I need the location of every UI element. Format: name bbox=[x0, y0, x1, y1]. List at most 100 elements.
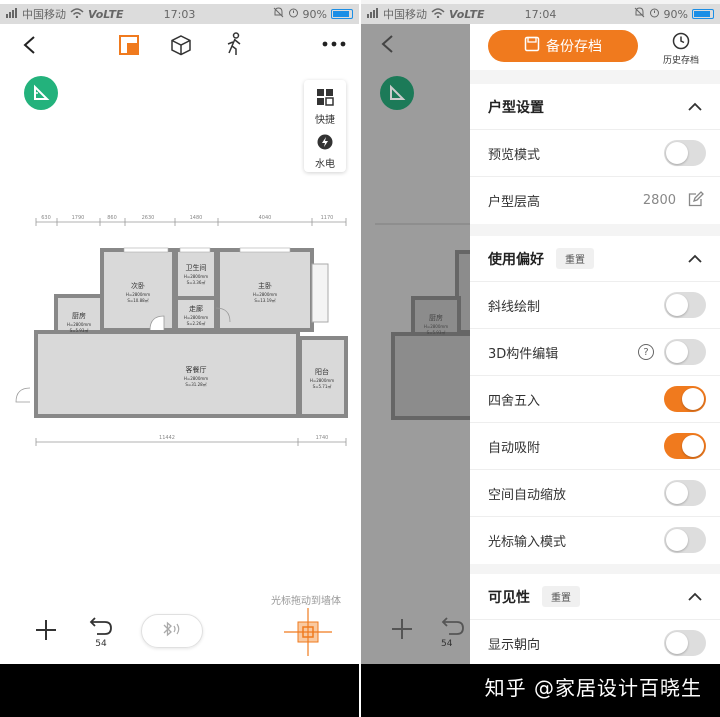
dim-label: 1740 bbox=[316, 435, 329, 441]
room-height: H=2800mm bbox=[184, 315, 208, 320]
editor-toolbar bbox=[0, 24, 359, 64]
floorplan-drawing[interactable]: 630 1790 860 2630 1480 4040 1170 次卧 H=28… bbox=[0, 208, 359, 458]
section-layout-settings: 户型设置 预览模式 户型层高 2800 bbox=[470, 84, 720, 224]
save-icon bbox=[524, 36, 540, 56]
row-label: 户型层高 bbox=[488, 195, 541, 210]
show-orientation-toggle[interactable] bbox=[664, 630, 706, 656]
water-elec-label[interactable]: 水电 bbox=[315, 155, 335, 170]
chevron-up-icon[interactable] bbox=[688, 590, 702, 606]
status-bar: 中国移动 VoLTE 17:04 90% bbox=[361, 4, 720, 24]
battery-icon bbox=[331, 9, 353, 19]
dimmed-editor-overlay[interactable]: 厨房 H=2800mm S=5.93㎡ 54 bbox=[361, 24, 470, 664]
floorplan-canvas[interactable]: 快捷 水电 630 1790 860 2630 1480 4040 1170 次… bbox=[0, 64, 359, 664]
back-icon[interactable] bbox=[16, 32, 42, 58]
pref-row-snap: 自动吸附 bbox=[470, 423, 720, 470]
preview-mode-toggle[interactable] bbox=[664, 140, 706, 166]
dim-label: 4040 bbox=[259, 215, 272, 221]
row-label: 四舍五入 bbox=[488, 393, 541, 409]
edit-icon[interactable] bbox=[688, 191, 704, 211]
room-height: H=2800mm bbox=[184, 274, 208, 279]
room-area: S=13.19㎡ bbox=[254, 297, 275, 303]
room-height: H=2800mm bbox=[67, 322, 91, 327]
shortcut-label[interactable]: 快捷 bbox=[315, 111, 335, 126]
dim-label: 2630 bbox=[142, 215, 155, 221]
section-title: 户型设置 bbox=[488, 99, 544, 116]
grid-icon[interactable] bbox=[316, 88, 334, 109]
room-name: 主卧 bbox=[258, 281, 272, 290]
section-visibility: 可见性 重置 显示朝向 bbox=[470, 574, 720, 664]
floor-height-value: 2800 bbox=[642, 193, 676, 208]
settings-panel: 备份存档 历史存档 户型设置 预览模式 户型层高 2800 使用偏好 重置 斜线… bbox=[470, 24, 720, 664]
section-title: 可见性 bbox=[488, 589, 530, 606]
undo-count: 54 bbox=[441, 639, 453, 649]
status-bar: 中国移动 VoLTE 17:03 90% bbox=[0, 4, 359, 24]
mute-icon bbox=[634, 7, 645, 21]
right-screen: 中国移动 VoLTE 17:04 90% 厨房 H=2800mm S=5.93㎡… bbox=[361, 0, 720, 717]
measure-tool-icon[interactable] bbox=[24, 76, 58, 110]
diagonal-draw-toggle[interactable] bbox=[664, 292, 706, 318]
room-area: S=2.26㎡ bbox=[187, 320, 206, 326]
walkthrough-icon[interactable] bbox=[220, 30, 248, 58]
mute-icon bbox=[273, 7, 284, 21]
history-button[interactable]: 历史存档 bbox=[656, 32, 706, 66]
room-area: S=5.93㎡ bbox=[70, 327, 89, 333]
row-label: 光标输入模式 bbox=[488, 535, 567, 550]
lightning-icon[interactable] bbox=[317, 134, 333, 153]
room-height: H=2800mm bbox=[310, 378, 334, 383]
row-label: 斜线绘制 bbox=[488, 299, 541, 315]
room-name: 阳台 bbox=[315, 367, 329, 376]
cursor-target-icon[interactable] bbox=[284, 608, 332, 656]
room-area: S=31.28㎡ bbox=[185, 381, 206, 387]
row-label: 3D构件编辑 bbox=[488, 346, 559, 362]
bluetooth-icon bbox=[160, 621, 184, 641]
2d-plan-icon[interactable] bbox=[116, 32, 142, 58]
preview-mode-row: 预览模式 bbox=[470, 130, 720, 177]
floor-height-row[interactable]: 户型层高 2800 bbox=[470, 177, 720, 224]
pref-row-3d-edit: 3D构件编辑 ? bbox=[470, 329, 720, 376]
auto-snap-toggle[interactable] bbox=[664, 433, 706, 459]
undo-button: 54 bbox=[441, 614, 470, 650]
pref-row-diagonal: 斜线绘制 bbox=[470, 282, 720, 329]
bluetooth-button[interactable] bbox=[141, 614, 203, 648]
room-area: S=3.36㎡ bbox=[187, 279, 206, 285]
nav-bar bbox=[0, 664, 359, 717]
help-icon[interactable]: ? bbox=[638, 344, 654, 360]
reset-button[interactable]: 重置 bbox=[542, 586, 580, 607]
dim-label: 11442 bbox=[159, 435, 175, 441]
room-area: S=5.93㎡ bbox=[427, 329, 446, 335]
dimmed-floorplan: 厨房 H=2800mm S=5.93㎡ bbox=[375, 223, 470, 420]
dim-label: 860 bbox=[107, 215, 117, 221]
pref-row-rounding: 四舍五入 bbox=[470, 376, 720, 423]
cursor-input-toggle[interactable] bbox=[664, 527, 706, 553]
dim-label: 1480 bbox=[190, 215, 203, 221]
backup-button[interactable]: 备份存档 bbox=[488, 30, 638, 62]
more-icon[interactable] bbox=[320, 34, 348, 54]
chevron-up-icon[interactable] bbox=[688, 252, 702, 268]
dim-label: 630 bbox=[41, 215, 51, 221]
reset-button[interactable]: 重置 bbox=[556, 248, 594, 269]
row-label: 显示朝向 bbox=[488, 638, 541, 653]
panel-header: 备份存档 历史存档 bbox=[470, 24, 720, 70]
section-header[interactable]: 使用偏好 重置 bbox=[470, 236, 720, 282]
row-label: 空间自动缩放 bbox=[488, 487, 567, 503]
bottom-toolbar: 54 bbox=[0, 604, 359, 660]
row-label: 自动吸附 bbox=[488, 440, 541, 456]
row-label: 预览模式 bbox=[488, 147, 541, 163]
add-icon[interactable] bbox=[32, 616, 60, 644]
auto-scale-toggle[interactable] bbox=[664, 480, 706, 506]
undo-button[interactable]: 54 bbox=[86, 614, 116, 650]
section-header[interactable]: 户型设置 bbox=[470, 84, 720, 130]
left-screen: 中国移动 VoLTE 17:03 90% 快捷 水电 630 1790 860 … bbox=[0, 0, 359, 717]
measure-tool-icon bbox=[380, 76, 414, 110]
3d-view-icon[interactable] bbox=[168, 32, 194, 58]
section-header[interactable]: 可见性 重置 bbox=[470, 574, 720, 620]
chevron-up-icon[interactable] bbox=[688, 100, 702, 116]
3d-edit-toggle[interactable] bbox=[664, 339, 706, 365]
history-label: 历史存档 bbox=[662, 56, 699, 66]
battery-text: 90% bbox=[302, 7, 327, 21]
visibility-row-orientation: 显示朝向 bbox=[470, 620, 720, 664]
undo-icon[interactable] bbox=[89, 615, 113, 639]
backup-label: 备份存档 bbox=[546, 39, 602, 55]
rounding-toggle[interactable] bbox=[664, 386, 706, 412]
back-icon bbox=[375, 32, 399, 56]
